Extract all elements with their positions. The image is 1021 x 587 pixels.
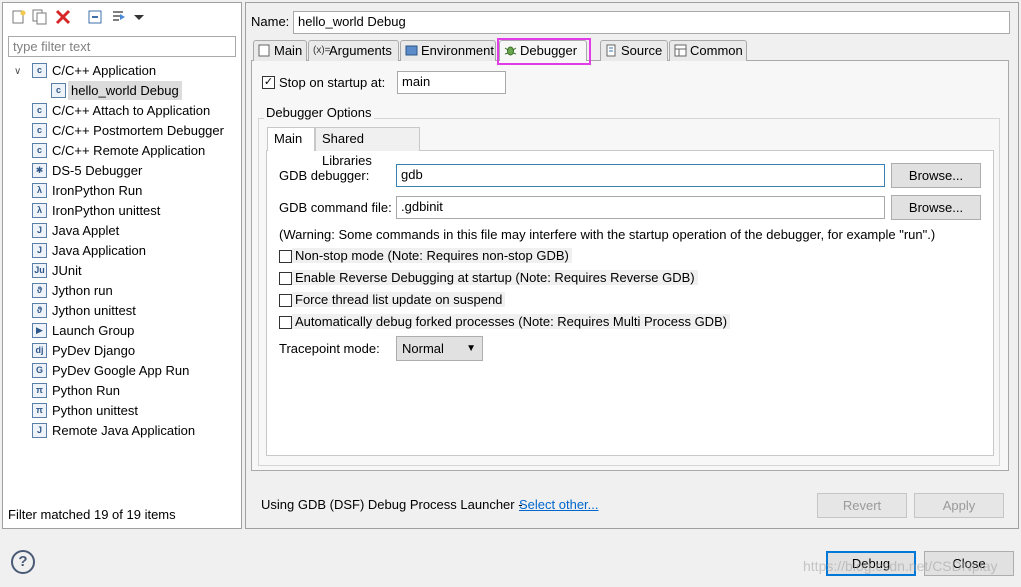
browse-gdb-button[interactable]: Browse... xyxy=(891,163,981,188)
non-stop-mode-label: Non-stop mode (Note: Requires non-stop G… xyxy=(292,248,572,263)
tab-environment[interactable]: Environment xyxy=(400,40,496,61)
c-app-icon: c xyxy=(51,83,66,98)
tree-item-label: Python Run xyxy=(52,383,120,398)
java-applet-icon: J xyxy=(32,223,47,238)
view-menu-icon[interactable] xyxy=(131,9,147,25)
tab-label: Arguments xyxy=(329,43,392,58)
tree-item-label: JUnit xyxy=(52,263,82,278)
launcher-text: Using GDB (DSF) Debug Process Launcher - xyxy=(261,497,523,512)
python-icon: π xyxy=(32,383,47,398)
common-icon xyxy=(674,44,687,57)
name-field[interactable]: hello_world Debug xyxy=(293,11,1010,34)
debug-forked-label: Automatically debug forked processes (No… xyxy=(292,314,731,329)
filter-input[interactable]: type filter text xyxy=(8,36,236,57)
subtab-main[interactable]: Main xyxy=(267,127,315,151)
chevron-down-icon[interactable]: ∨ xyxy=(14,66,21,77)
debugger-options-title: Debugger Options xyxy=(264,105,374,120)
java-app-icon: J xyxy=(32,243,47,258)
new-config-icon[interactable] xyxy=(11,9,27,25)
tab-label: Environment xyxy=(421,43,494,58)
force-thread-update-label: Force thread list update on suspend xyxy=(292,292,506,307)
tree-item-label: Remote Java Application xyxy=(52,423,196,438)
tab-common[interactable]: Common xyxy=(669,40,747,61)
tree-item-label: DS-5 Debugger xyxy=(52,163,143,178)
tracepoint-mode-value: Normal xyxy=(402,341,444,356)
source-icon xyxy=(606,44,616,57)
gdb-command-file-field[interactable]: .gdbinit xyxy=(396,196,885,219)
help-icon[interactable]: ? xyxy=(11,550,35,574)
subtab-shared-libraries[interactable]: Shared Libraries xyxy=(315,127,420,168)
gdb-command-file-label: GDB command file: xyxy=(279,200,392,215)
stop-on-startup-label: Stop on startup at: xyxy=(279,75,386,90)
remote-java-icon: J xyxy=(32,423,47,438)
tree-item-label: Python unittest xyxy=(52,403,138,418)
duplicate-icon[interactable] xyxy=(32,9,48,25)
arguments-icon: (x)= xyxy=(313,45,331,56)
tree-item-label: Java Applet xyxy=(52,223,120,238)
browse-command-file-button[interactable]: Browse... xyxy=(891,195,981,220)
debug-forked-checkbox[interactable] xyxy=(279,316,292,329)
watermark: https://blog.csdn.net/CSDNplay xyxy=(803,558,998,574)
ironpython-unittest-icon: λ xyxy=(32,203,47,218)
config-toolbar xyxy=(3,3,241,33)
gdb-debugger-label: GDB debugger: xyxy=(279,168,370,183)
revert-button[interactable]: Revert xyxy=(817,493,907,518)
tree-item-label: PyDev Google App Run xyxy=(52,363,190,378)
ds5-icon: ✱ xyxy=(32,163,47,178)
filter-icon[interactable] xyxy=(111,9,127,25)
main-tab-icon xyxy=(258,44,270,57)
tree-item-label: C/C++ Application xyxy=(52,63,157,78)
stop-on-startup-field[interactable]: main xyxy=(397,71,506,94)
c-app-icon: c xyxy=(32,123,47,138)
tree-item-label: C/C++ Remote Application xyxy=(52,143,206,158)
google-app-icon: G xyxy=(32,363,47,378)
tracepoint-mode-select[interactable]: Normal ▼ xyxy=(396,336,483,361)
debugger-tab-highlight xyxy=(497,38,591,65)
tree-item-label: Java Application xyxy=(52,243,146,258)
reverse-debugging-label: Enable Reverse Debugging at startup (Not… xyxy=(292,270,698,285)
ironpython-icon: λ xyxy=(32,183,47,198)
tracepoint-mode-label: Tracepoint mode: xyxy=(279,341,380,356)
non-stop-mode-checkbox[interactable] xyxy=(279,250,292,263)
c-app-icon: c xyxy=(32,143,47,158)
tab-label: Common xyxy=(690,43,743,58)
tree-item-label: C/C++ Attach to Application xyxy=(52,103,211,118)
environment-icon xyxy=(405,45,418,56)
tab-label: Source xyxy=(621,43,663,58)
tree-item-label: hello_world Debug xyxy=(68,81,182,100)
python-unittest-icon: π xyxy=(32,403,47,418)
launch-group-icon: ▶ xyxy=(32,323,47,338)
jython-icon: ϑ xyxy=(32,283,47,298)
tree-item-label: IronPython Run xyxy=(52,183,143,198)
chevron-down-icon: ▼ xyxy=(466,343,476,354)
tab-main[interactable]: Main xyxy=(253,40,307,61)
name-label: Name: xyxy=(251,14,290,29)
django-icon: dj xyxy=(32,343,47,358)
stop-on-startup-checkbox[interactable]: ✓ xyxy=(262,76,275,89)
tree-item-label: IronPython unittest xyxy=(52,203,161,218)
tab-arguments[interactable]: (x)= Arguments xyxy=(308,40,399,61)
tab-label: Main xyxy=(274,43,303,58)
reverse-debugging-checkbox[interactable] xyxy=(279,272,292,285)
gdb-debugger-field[interactable]: gdb xyxy=(396,164,885,187)
apply-button[interactable]: Apply xyxy=(914,493,1004,518)
filter-status: Filter matched 19 of 19 items xyxy=(8,507,176,522)
force-thread-update-checkbox[interactable] xyxy=(279,294,292,307)
c-app-icon: c xyxy=(32,63,47,78)
jython-unittest-icon: ϑ xyxy=(32,303,47,318)
tree-item-label: C/C++ Postmortem Debugger xyxy=(52,123,224,138)
tree-item-label: Launch Group xyxy=(52,323,135,338)
warning-text: (Warning: Some commands in this file may… xyxy=(279,227,936,242)
select-other-link[interactable]: Select other... xyxy=(519,497,599,512)
tab-source[interactable]: Source xyxy=(600,40,668,61)
tree-item-label: Jython run xyxy=(52,283,113,298)
tree-item-label: PyDev Django xyxy=(52,343,136,358)
c-app-icon: c xyxy=(32,103,47,118)
collapse-all-icon[interactable] xyxy=(87,9,103,25)
tree-item-label: Jython unittest xyxy=(52,303,136,318)
delete-icon[interactable] xyxy=(55,9,71,25)
junit-icon: Ju xyxy=(32,263,47,278)
